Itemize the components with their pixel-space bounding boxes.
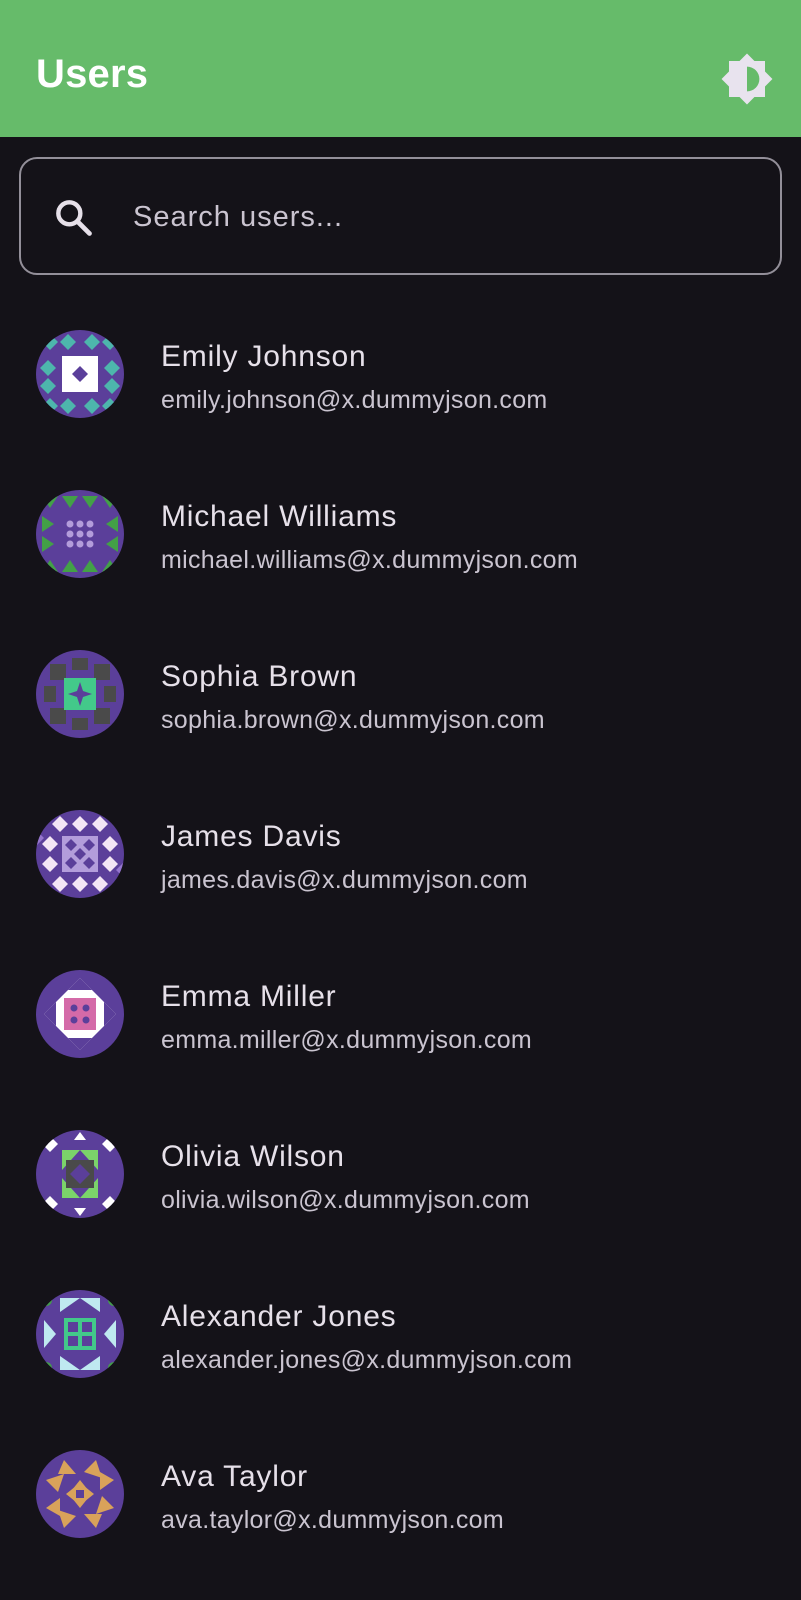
user-name: Sophia Brown [161, 660, 358, 693]
user-name: Michael Williams [161, 500, 398, 533]
user-list-item[interactable]: Emma Miller emma.miller@x.dummyjson.com [0, 930, 801, 1090]
user-name: James Davis [161, 820, 342, 853]
app-bar: Users [0, 0, 801, 137]
user-email: alexander.jones@x.dummyjson.com [161, 1346, 573, 1374]
page-title: Users [36, 52, 149, 96]
user-list-item[interactable]: James Davis james.davis@x.dummyjson.com [0, 770, 801, 930]
users-screen: Users Search users... Emily Johnson emil… [0, 0, 801, 1600]
avatar [36, 810, 124, 898]
avatar [36, 1450, 124, 1538]
user-name: Emily Johnson [161, 340, 367, 373]
user-list-item[interactable]: Michael Williams michael.williams@x.dumm… [0, 450, 801, 610]
user-list-item[interactable]: Alexander Jones alexander.jones@x.dummyj… [0, 1250, 801, 1410]
user-list-item[interactable]: Olivia Wilson olivia.wilson@x.dummyjson.… [0, 1090, 801, 1250]
avatar [36, 1130, 124, 1218]
avatar [36, 490, 124, 578]
search-icon [56, 200, 92, 236]
user-name: Ava Taylor [161, 1460, 308, 1493]
user-email: michael.williams@x.dummyjson.com [161, 546, 579, 574]
theme-toggle-button[interactable] [720, 52, 774, 106]
user-email: sophia.brown@x.dummyjson.com [161, 706, 545, 734]
avatar [36, 330, 124, 418]
avatar [36, 650, 124, 738]
user-email: emma.miller@x.dummyjson.com [161, 1026, 533, 1054]
search-field[interactable] [19, 157, 782, 275]
user-email: emily.johnson@x.dummyjson.com [161, 386, 548, 414]
avatar [36, 1290, 124, 1378]
avatar [36, 970, 124, 1058]
brightness-icon [721, 53, 773, 105]
user-name: Olivia Wilson [161, 1140, 345, 1173]
user-name: Emma Miller [161, 980, 337, 1013]
user-name: Alexander Jones [161, 1300, 397, 1333]
user-email: james.davis@x.dummyjson.com [161, 866, 528, 894]
user-email: ava.taylor@x.dummyjson.com [161, 1506, 505, 1534]
user-list: Emily Johnson emily.johnson@x.dummyjson.… [0, 290, 801, 1570]
search-input[interactable] [133, 189, 753, 245]
user-list-item[interactable]: Sophia Brown sophia.brown@x.dummyjson.co… [0, 610, 801, 770]
user-list-item[interactable]: Ava Taylor ava.taylor@x.dummyjson.com [0, 1410, 801, 1570]
user-email: olivia.wilson@x.dummyjson.com [161, 1186, 530, 1214]
user-list-item[interactable]: Emily Johnson emily.johnson@x.dummyjson.… [0, 290, 801, 450]
